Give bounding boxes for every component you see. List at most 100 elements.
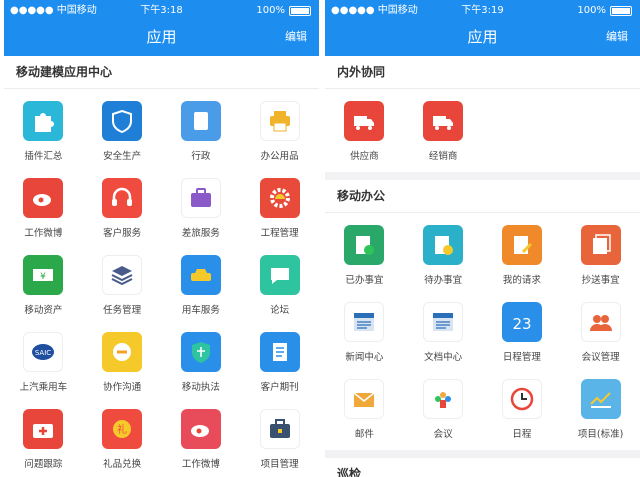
app-label: 会议 [433,429,453,440]
battery-percent: 100% [256,5,285,16]
edit-button[interactable]: 编辑 [285,22,307,52]
section: 巡检 [325,458,640,477]
chat-icon [270,268,289,284]
app-label: 插件汇总 [24,151,63,162]
truck-icon [354,116,375,130]
app-tile[interactable]: 办公用品 [240,95,319,172]
app-tile[interactable]: 用车服务 [162,249,241,326]
page-title: 应用 [146,28,177,46]
app-tile[interactable]: 日程 [483,373,562,450]
weibo-icon [190,425,209,437]
app-tile[interactable]: 抄送事宜 [561,219,640,296]
app-label: 日程 [512,429,532,440]
app-tile[interactable]: 差旅服务 [162,172,241,249]
status-bar: ●●●●● 中国移动 下午3:19 100% [325,0,640,22]
app-tile[interactable]: 问题跟踪 [4,403,83,477]
app-tile[interactable]: 23 日程管理 [483,296,562,373]
app-icon [501,225,542,265]
app-tile[interactable]: 客户服务 [83,172,162,249]
news-icon [354,313,375,331]
app-tile[interactable]: 项目(标准) [561,373,640,450]
meeting-icon [435,392,452,408]
app-label: 经销商 [428,151,458,162]
briefcase-icon [269,419,290,438]
doc-check-icon [356,236,375,255]
app-tile[interactable]: 工程管理 [240,172,319,249]
puzzle-icon [35,113,55,132]
handshake-icon [113,343,132,361]
app-tile[interactable]: 已办事宜 [325,219,404,296]
app-label: 工作微博 [24,228,63,239]
battery-icon [610,6,632,16]
app-label: 邮件 [354,429,374,440]
app-label: 文档中心 [424,352,463,363]
app-icon [180,409,221,449]
app-tile[interactable]: 工作微博 [162,403,241,477]
app-label: 项目管理 [260,459,299,470]
shield-icon [112,109,133,134]
app-tile[interactable]: 插件汇总 [4,95,83,172]
app-tile[interactable]: 供应商 [325,95,404,172]
app-label: 日程管理 [502,352,541,363]
app-label: 客户服务 [103,228,142,239]
app-icon [259,101,300,141]
app-tile[interactable]: 新闻中心 [325,296,404,373]
section-title: 移动办公 [325,180,640,213]
app-icon [259,409,300,449]
app-tile[interactable]: 论坛 [240,249,319,326]
app-tile[interactable]: 邮件 [325,373,404,450]
app-tile[interactable]: 我的请求 [483,219,562,296]
app-icon [259,178,300,218]
app-tile[interactable]: 安全生产 [83,95,162,172]
app-tile[interactable]: 任务管理 [83,249,162,326]
doc-pen-icon [513,236,532,254]
app-label: 会议管理 [581,352,620,363]
app-label: 我的请求 [502,275,541,286]
app-tile[interactable]: 项目管理 [240,403,319,477]
truck-icon [433,116,454,130]
app-icon [102,332,143,372]
app-icon [102,178,143,218]
app-tile[interactable]: 协作沟通 [83,326,162,403]
status-bar: ●●●●● 中国移动 下午3:18 100% [4,0,319,22]
app-tile[interactable]: 客户期刊 [240,326,319,403]
top-bar: ●●●●● 中国移动 下午3:19 100% 应用 编辑 [325,0,640,56]
section: 移动办公已办事宜 待办事宜 我的请求 抄送事宜新闻中心 文档中心 23 日程管理 会议管理邮件… [325,180,640,450]
clock-icon [510,387,534,411]
top-bar: ●●●●● 中国移动 下午3:18 100% 应用 编辑 [4,0,319,56]
right-phone-screen: ●●●●● 中国移动 下午3:19 100% 应用 编辑 内外协同 供应商 经销商移… [325,0,640,477]
app-tile[interactable]: 移动执法 [162,326,241,403]
printer-icon [269,111,290,132]
app-tile[interactable]: ¥ 移动资产 [4,249,83,326]
saic-logo-icon: SAIC [32,344,55,360]
edit-button[interactable]: 编辑 [606,22,628,52]
app-icon [580,225,621,265]
app-tile[interactable]: 文档中心 [404,296,483,373]
headset-icon [112,187,133,206]
app-icon [423,101,464,141]
svg-text:SAIC: SAIC [35,349,51,357]
app-tile[interactable]: 会议管理 [561,296,640,373]
app-tile[interactable]: 工作微博 [4,172,83,249]
app-icon [501,379,542,419]
app-tile[interactable]: 经销商 [404,95,483,172]
chart-icon [589,392,611,408]
law-icon [191,342,210,363]
app-label: 新闻中心 [345,352,384,363]
battery-percent: 100% [577,5,606,16]
app-tile[interactable]: 待办事宜 [404,219,483,296]
app-icon: 23 [501,302,542,342]
app-label: 论坛 [270,305,290,316]
app-label: 供应商 [350,151,379,162]
app-tile[interactable]: 会议 [404,373,483,450]
app-tile[interactable]: 行政 [162,95,241,172]
app-tile[interactable]: SAIC 上汽乘用车 [4,326,83,403]
app-label: 移动执法 [181,382,220,393]
section-title: 巡检 [325,458,640,477]
app-tile[interactable]: 礼礼品兑换 [83,403,162,477]
app-label: 协作沟通 [103,382,142,393]
app-label: 待办事宜 [424,275,463,286]
app-icon [423,379,464,419]
app-label: 工作微博 [181,459,220,470]
app-label: 任务管理 [103,305,142,316]
